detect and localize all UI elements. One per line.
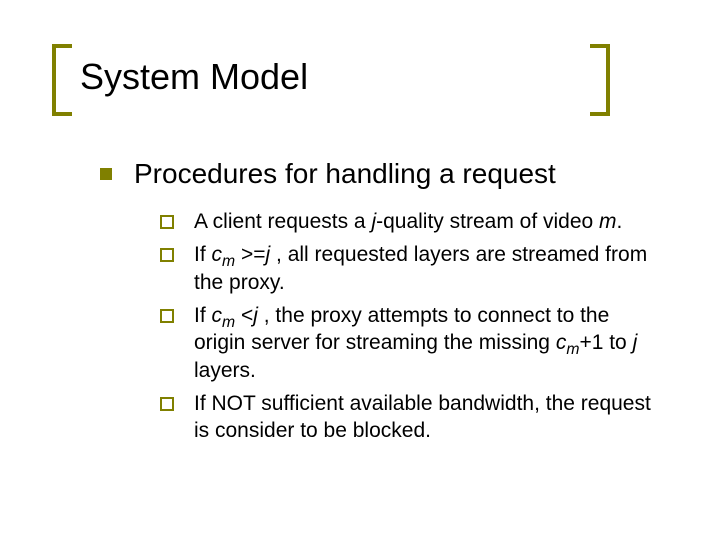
slide: System Model Procedures for handling a r…	[0, 0, 720, 540]
text-part: <	[235, 304, 253, 327]
text-part: If	[194, 243, 212, 266]
slide-title: System Model	[80, 50, 660, 108]
text-part: +1 to	[579, 331, 632, 354]
text-part: >=	[235, 243, 265, 266]
open-square-icon	[160, 248, 174, 262]
subscript-m: m	[566, 342, 579, 359]
var-c: c	[212, 243, 223, 266]
heading-text: Procedures for handling a request	[134, 158, 556, 190]
list-item: A client requests a j-quality stream of …	[160, 208, 660, 235]
list-item: If cm <j , the proxy attempts to connect…	[160, 302, 660, 384]
var-c: c	[556, 331, 567, 354]
open-square-icon	[160, 309, 174, 323]
var-j: j	[633, 331, 638, 354]
list-item-text: If cm <j , the proxy attempts to connect…	[194, 302, 660, 384]
heading-row: Procedures for handling a request	[100, 158, 660, 190]
list-item-text: A client requests a j-quality stream of …	[194, 208, 622, 235]
list-item-text: If cm >=j , all requested layers are str…	[194, 241, 660, 296]
list-item-text: If NOT sufficient available bandwidth, t…	[194, 390, 660, 445]
bullet-list: A client requests a j -quality stream of …	[160, 208, 660, 444]
subscript-m: m	[222, 314, 235, 331]
open-square-icon	[160, 215, 174, 229]
var-c: c	[212, 304, 223, 327]
filled-square-icon	[100, 168, 112, 180]
text-part: .	[617, 210, 623, 233]
text-part: -quality stream of video	[376, 210, 599, 233]
list-item: If NOT sufficient available bandwidth, t…	[160, 390, 660, 445]
open-square-icon	[160, 397, 174, 411]
bracket-right-icon	[590, 44, 610, 116]
var-m: m	[599, 210, 617, 233]
text-part: A client requests a	[194, 210, 371, 233]
text-part: If NOT sufficient available bandwidth, t…	[194, 392, 651, 442]
bracket-left-icon	[52, 44, 72, 116]
text-part: layers.	[194, 359, 256, 382]
list-item: If cm >=j , all requested layers are str…	[160, 241, 660, 296]
text-part: If	[194, 304, 212, 327]
subscript-m: m	[222, 254, 235, 271]
title-row: System Model	[80, 50, 660, 108]
